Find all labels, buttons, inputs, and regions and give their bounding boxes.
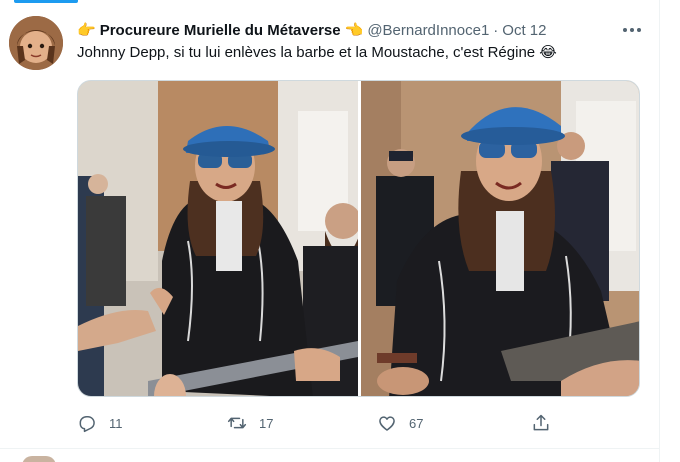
like-count: 67 <box>409 415 424 431</box>
reply-button[interactable]: 11 <box>77 410 123 436</box>
more-options-button[interactable] <box>621 22 643 38</box>
tweet-timestamp[interactable]: Oct 12 <box>502 22 546 39</box>
share-icon <box>531 413 551 433</box>
reply-icon <box>77 413 97 433</box>
media-photo-2[interactable] <box>361 81 639 396</box>
pointing-left-emoji: 👈 <box>344 21 364 39</box>
tweet-header: 👉 Procureure Murielle du Métaverse 👈 @Be… <box>77 18 647 42</box>
media-photo-1[interactable] <box>78 81 358 396</box>
tweet-media <box>77 80 640 397</box>
reply-count: 11 <box>109 415 123 431</box>
header-separator: · <box>493 21 499 39</box>
retweet-icon <box>227 413 247 433</box>
next-tweet-avatar[interactable] <box>22 456 56 462</box>
tweet-actions: 11 17 67 <box>77 410 557 436</box>
author-display-name[interactable]: Procureure Murielle du Métaverse <box>100 22 341 39</box>
tweet-text: Johnny Depp, si tu lui enlèves la barbe … <box>77 44 557 61</box>
timeline-divider <box>659 0 660 462</box>
top-accent-bar <box>14 0 78 3</box>
heart-icon <box>377 413 397 433</box>
avatar[interactable] <box>9 16 63 70</box>
share-button[interactable] <box>531 410 551 436</box>
author-handle[interactable]: @BernardInnoce1 <box>367 22 489 39</box>
tweet-divider <box>0 448 659 449</box>
retweet-button[interactable]: 17 <box>227 410 273 436</box>
pointing-right-emoji: 👉 <box>77 21 96 39</box>
like-button[interactable]: 67 <box>377 410 423 436</box>
retweet-count: 17 <box>259 415 274 431</box>
more-horizontal-icon <box>623 28 627 32</box>
